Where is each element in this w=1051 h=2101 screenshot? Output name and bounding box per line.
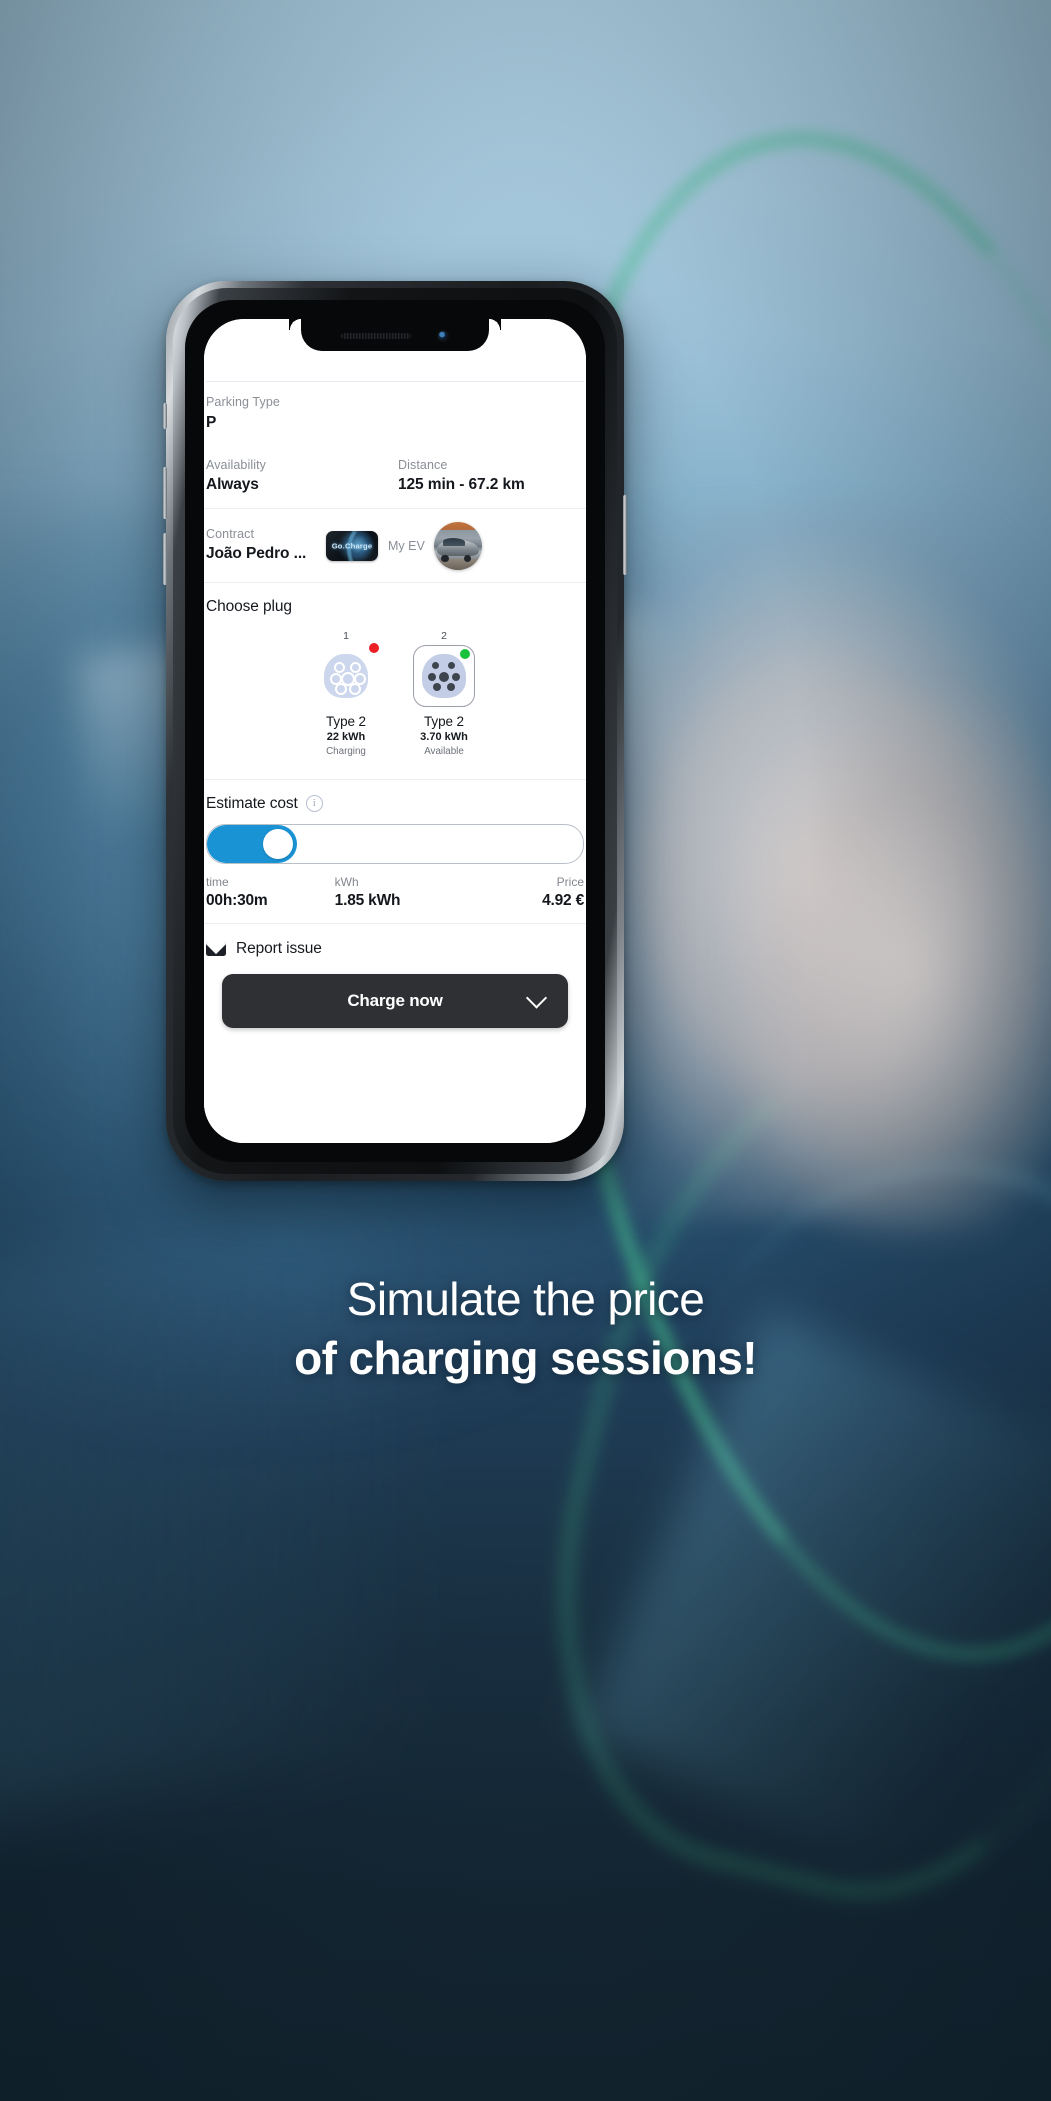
caption-line-1: Simulate the price: [346, 1273, 705, 1325]
plug-2-pin: [432, 661, 439, 669]
estimate-values-row: time 00h:30m kWh 1.85 kWh Price 4.92 €: [204, 864, 586, 923]
parking-type-label: Parking Type: [206, 395, 280, 409]
plug-1-name: Type 2: [326, 713, 366, 729]
plug-1-pin: [350, 661, 361, 673]
plug-1-status: Charging: [326, 745, 366, 757]
parking-type-value: P: [206, 413, 217, 431]
plug-1-number: 1: [343, 629, 349, 642]
distance-block: Distance 125 min - 67.2 km: [392, 458, 584, 496]
availability-value: Always: [206, 476, 259, 494]
estimate-time-block: time 00h:30m: [206, 875, 331, 910]
phone-bezel: Parking Type P Availability Always Dista…: [185, 300, 605, 1162]
plug-2-name: Type 2: [424, 713, 464, 729]
plug-1-pin: [349, 682, 361, 695]
slider-knob[interactable]: [263, 828, 294, 859]
vehicle-avatar[interactable]: [433, 521, 482, 570]
caption-line-2: of charging sessions!: [294, 1331, 757, 1384]
plug-2-pin: [439, 671, 449, 682]
avatar-wheel-front: [441, 554, 449, 562]
plug-2-number: 2: [441, 629, 447, 642]
avatar-car-windshield: [443, 537, 466, 546]
estimate-price-value: 4.92 €: [542, 891, 585, 909]
phone-screen: Parking Type P Availability Always Dista…: [204, 319, 586, 1143]
estimate-energy-value: 1.85 kWh: [334, 891, 401, 909]
provider-logo-text: Go.Charge: [331, 541, 373, 551]
parking-type-section: Parking Type P: [204, 382, 586, 445]
plug-2-power: 3.70 kWh: [420, 730, 468, 743]
plug-2-pin: [447, 682, 455, 691]
estimate-time-label: time: [206, 874, 229, 889]
availability-distance-section: Availability Always Distance 125 min - 6…: [204, 445, 586, 508]
contract-block[interactable]: Contract João Pedro ...: [206, 527, 326, 565]
plug-2-pin: [428, 672, 436, 681]
estimate-energy-block: kWh 1.85 kWh: [331, 875, 460, 910]
plug-2-status: Available: [424, 745, 464, 757]
chevron-down-icon[interactable]: [525, 986, 548, 1009]
plug-list: 1 Type 2 22 kWh Charging 2 Type 2 3.70 k…: [204, 616, 586, 779]
phone-mute-switch[interactable]: [163, 403, 167, 429]
choose-plug-title: Choose plug: [206, 597, 292, 615]
type2-connector-icon-1: [324, 653, 368, 698]
phone-volume-down-button[interactable]: [163, 533, 167, 585]
plug-option-2[interactable]: 2 Type 2 3.70 kWh Available: [405, 630, 483, 757]
plug-1-status-dot-icon: [369, 642, 379, 653]
estimate-price-block: Price 4.92 €: [459, 875, 584, 910]
report-issue-row[interactable]: Report issue: [204, 924, 586, 958]
info-icon[interactable]: i: [305, 795, 323, 813]
front-camera-icon: [437, 329, 449, 342]
availability-block: Availability Always: [206, 458, 392, 496]
provider-logo-icon[interactable]: Go.Charge: [326, 530, 378, 561]
charge-now-wrapper: Charge now: [204, 958, 586, 1028]
plug-2-pin: [433, 682, 441, 691]
estimate-duration-slider[interactable]: [206, 823, 584, 864]
plug-2-box-selected[interactable]: [413, 644, 475, 707]
type2-connector-icon-2: [422, 653, 466, 698]
contract-section: Contract João Pedro ... Go.Charge My EV: [204, 509, 586, 582]
estimate-cost-header: Estimate cost i: [204, 780, 586, 813]
screenshot-stage: Parking Type P Availability Always Dista…: [0, 0, 1051, 2101]
speaker-grille-icon: [341, 332, 411, 339]
distance-label: Distance: [398, 457, 448, 472]
plug-1-box[interactable]: [315, 642, 379, 707]
phone-frame-inner: Parking Type P Availability Always Dista…: [173, 288, 617, 1174]
charge-now-button[interactable]: Charge now: [222, 973, 568, 1028]
plug-2-pin: [448, 661, 455, 669]
plug-1-power: 22 kWh: [326, 730, 366, 743]
phone-volume-up-button[interactable]: [163, 467, 167, 519]
estimate-energy-label: kWh: [334, 874, 359, 889]
distance-value: 125 min - 67.2 km: [398, 476, 525, 494]
avatar-wheel-rear: [463, 554, 471, 562]
plug-option-1[interactable]: 1 Type 2 22 kWh Charging: [307, 630, 385, 757]
charging-app-screen: Parking Type P Availability Always Dista…: [204, 319, 586, 1143]
contract-value: João Pedro ...: [206, 545, 307, 563]
promo-caption: Simulate the price of charging sessions!: [0, 1274, 1051, 1386]
phone-mockup: Parking Type P Availability Always Dista…: [163, 281, 627, 1181]
plug-1-pin: [334, 661, 345, 673]
estimate-cost-title: Estimate cost: [206, 794, 298, 812]
estimate-time-value: 00h:30m: [206, 891, 268, 909]
phone-notch: [289, 319, 489, 351]
report-issue-label: Report issue: [236, 939, 322, 957]
plug-1-pin: [335, 682, 347, 695]
envelope-icon: [206, 941, 226, 956]
plug-2-pin: [452, 672, 460, 681]
charge-now-label: Charge now: [347, 990, 443, 1010]
availability-label: Availability: [206, 457, 267, 472]
estimate-price-label: Price: [556, 874, 585, 889]
contract-label: Contract: [206, 526, 255, 541]
my-ev-label: My EV: [388, 538, 425, 553]
phone-power-button[interactable]: [623, 495, 627, 575]
